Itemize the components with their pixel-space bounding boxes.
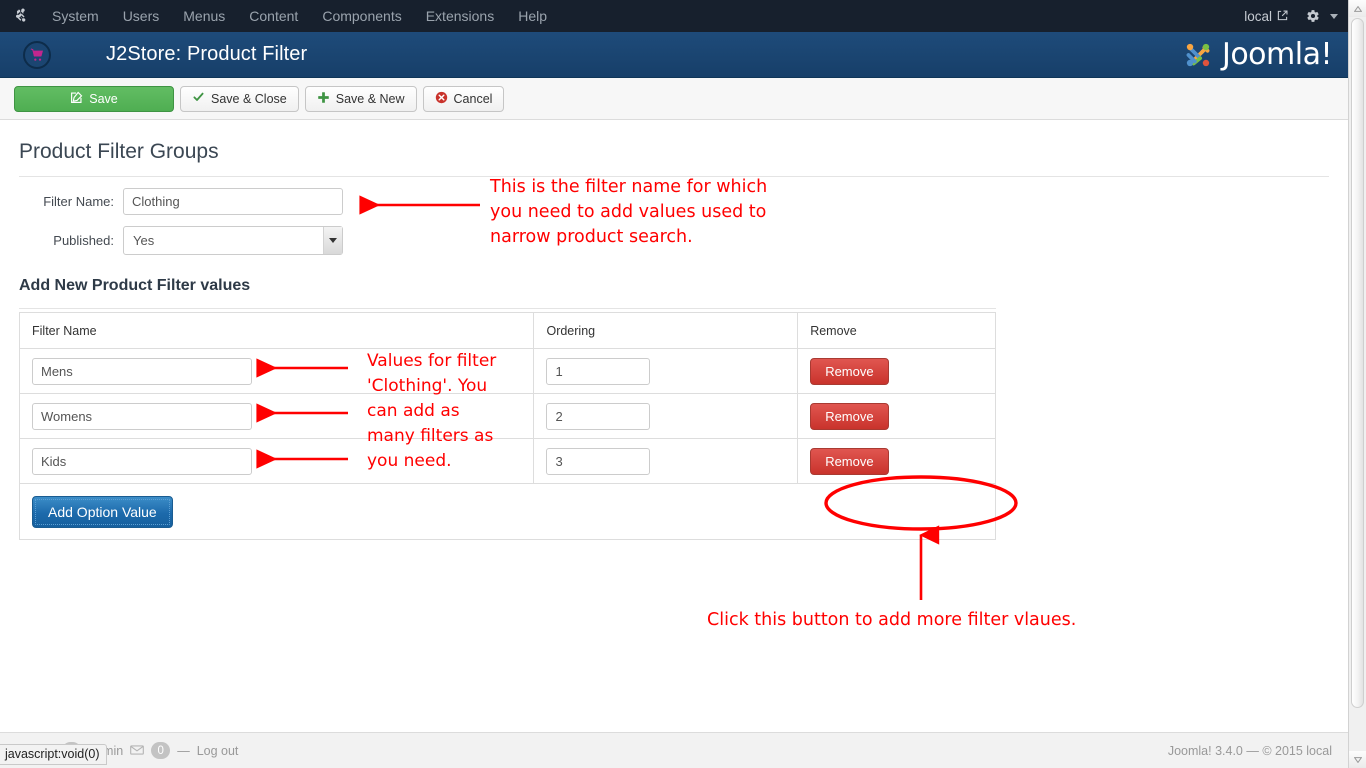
- ordering-input-1[interactable]: [546, 358, 650, 385]
- editor-toolbar: Save Save & Close Save & New: [0, 78, 1348, 120]
- envelope-icon[interactable]: [130, 744, 144, 758]
- cell-ordering: [534, 394, 798, 439]
- published-label: Published:: [19, 233, 123, 248]
- remove-button-2[interactable]: Remove: [810, 403, 888, 430]
- shopping-cart-icon: [23, 41, 51, 69]
- joomla-logo: Joomla!: [1181, 37, 1332, 72]
- ordering-input-2[interactable]: [546, 403, 650, 430]
- table-row: Remove: [20, 394, 996, 439]
- cell-remove: Remove: [798, 394, 996, 439]
- ordering-input-3[interactable]: [546, 448, 650, 475]
- cell-filter-name: [20, 394, 534, 439]
- save-and-new-button[interactable]: Save & New: [305, 86, 417, 112]
- external-link-icon: [1277, 9, 1288, 24]
- cancel-button-label: Cancel: [454, 92, 493, 106]
- view-site-link[interactable]: local: [1236, 9, 1296, 24]
- footer-copyright: Joomla! 3.4.0 — © 2015 local: [1168, 744, 1348, 758]
- published-select-arrow-icon[interactable]: [323, 227, 342, 254]
- scrollbar-down-arrow-icon[interactable]: [1349, 751, 1366, 768]
- published-select[interactable]: Yes: [123, 226, 343, 255]
- view-site-label: local: [1244, 9, 1272, 24]
- menu-item-system[interactable]: System: [40, 0, 111, 32]
- cancel-button[interactable]: Cancel: [423, 86, 505, 112]
- column-header-filter-name: Filter Name: [20, 313, 534, 349]
- browser-scrollbar[interactable]: [1348, 0, 1366, 768]
- edit-pencil-icon: [70, 91, 83, 107]
- footer-separator: —: [177, 744, 190, 758]
- published-row: Published: Yes: [0, 226, 1348, 255]
- filter-value-input-1[interactable]: [32, 358, 252, 385]
- cell-filter-name: [20, 349, 534, 394]
- page-header: J2Store: Product Filter Joomla!: [0, 32, 1348, 78]
- cancel-circle-icon: [435, 91, 448, 107]
- filter-value-input-2[interactable]: [32, 403, 252, 430]
- heading-divider: [19, 176, 1329, 177]
- subsection-heading: Add New Product Filter values: [19, 277, 1348, 295]
- remove-button-3[interactable]: Remove: [810, 448, 888, 475]
- menu-item-extensions[interactable]: Extensions: [414, 0, 506, 32]
- table-row: Remove: [20, 349, 996, 394]
- filter-values-table: Filter Name Ordering Remove Remove: [19, 312, 996, 540]
- subheading-divider: [19, 308, 996, 309]
- cell-ordering: [534, 349, 798, 394]
- save-button[interactable]: Save: [14, 86, 174, 112]
- filter-name-input[interactable]: [123, 188, 343, 215]
- published-select-value[interactable]: Yes: [123, 226, 343, 255]
- chevron-down-icon[interactable]: [1330, 14, 1338, 19]
- menu-item-help[interactable]: Help: [506, 0, 559, 32]
- plus-icon: [317, 91, 330, 107]
- column-header-ordering: Ordering: [534, 313, 798, 349]
- gear-icon[interactable]: [1296, 9, 1326, 23]
- main-content: Product Filter Groups Filter Name: Publi…: [0, 120, 1348, 732]
- logout-link[interactable]: Log out: [197, 744, 239, 758]
- browser-status-tooltip: javascript:void(0): [0, 744, 107, 765]
- remove-button-1[interactable]: Remove: [810, 358, 888, 385]
- admin-footer: Visitors 1 Admin 0 — Log out Joomla! 3.4…: [0, 732, 1348, 768]
- add-option-value-button[interactable]: Add Option Value: [32, 496, 173, 528]
- cell-filter-name: [20, 439, 534, 484]
- section-heading: Product Filter Groups: [19, 140, 1348, 164]
- save-and-close-label: Save & Close: [211, 92, 287, 106]
- column-header-remove: Remove: [798, 313, 996, 349]
- check-icon: [192, 91, 205, 106]
- save-and-close-button[interactable]: Save & Close: [180, 86, 299, 112]
- filter-name-row: Filter Name:: [0, 188, 1348, 215]
- filter-value-input-3[interactable]: [32, 448, 252, 475]
- table-header-row: Filter Name Ordering Remove: [20, 313, 996, 349]
- filter-name-label: Filter Name:: [19, 194, 123, 209]
- scrollbar-up-arrow-icon[interactable]: [1349, 0, 1366, 17]
- cell-add-option: Add Option Value: [20, 484, 996, 540]
- cell-remove: Remove: [798, 439, 996, 484]
- cell-ordering: [534, 439, 798, 484]
- joomla-logo-text: Joomla!: [1222, 37, 1332, 72]
- table-row: Remove: [20, 439, 996, 484]
- menu-item-menus[interactable]: Menus: [171, 0, 237, 32]
- joomla-mark-icon[interactable]: [0, 0, 40, 32]
- page-title: J2Store: Product Filter: [106, 43, 307, 66]
- table-footer-row: Add Option Value: [20, 484, 996, 540]
- admin-top-bar: System Users Menus Content Components Ex…: [0, 0, 1348, 32]
- admin-top-bar-right: local: [1236, 0, 1348, 32]
- menu-item-content[interactable]: Content: [237, 0, 310, 32]
- admin-main-menu: System Users Menus Content Components Ex…: [40, 0, 559, 32]
- joomla-logo-icon: [1181, 38, 1215, 72]
- save-button-label: Save: [89, 92, 118, 106]
- messages-count-badge: 0: [151, 742, 170, 759]
- menu-item-components[interactable]: Components: [310, 0, 413, 32]
- cell-remove: Remove: [798, 349, 996, 394]
- save-and-new-label: Save & New: [336, 92, 405, 106]
- menu-item-users[interactable]: Users: [111, 0, 172, 32]
- scrollbar-thumb[interactable]: [1351, 18, 1364, 708]
